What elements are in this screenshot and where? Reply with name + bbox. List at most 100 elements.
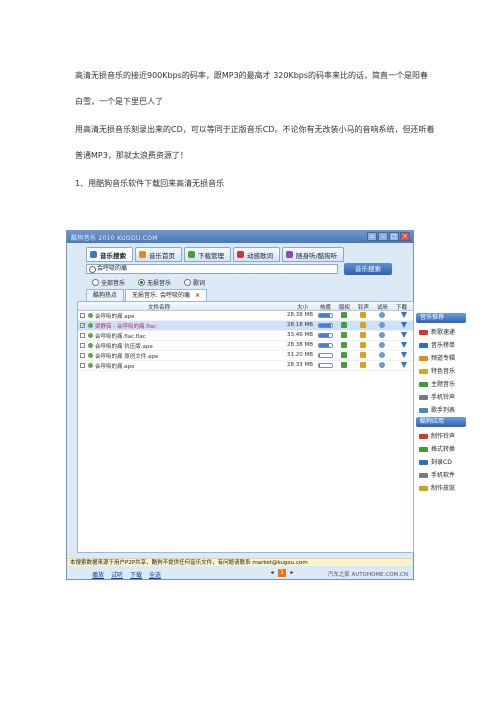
- col-ring: 铃声: [358, 305, 370, 311]
- tab-label: 下载管理: [198, 251, 224, 260]
- panel-item-icon: [419, 460, 428, 465]
- panel-item-label: 新歌速递: [431, 329, 456, 336]
- minimize-button[interactable]: –: [378, 232, 388, 241]
- listen-icon[interactable]: [379, 322, 385, 328]
- listen-icon[interactable]: [379, 352, 385, 358]
- panel-item[interactable]: 频道专辑: [416, 352, 466, 365]
- radio-dot: [138, 279, 146, 286]
- panel-item[interactable]: 新歌速递: [416, 326, 466, 339]
- heat-bar: [318, 323, 333, 328]
- panel-item-icon: [419, 382, 428, 387]
- panel-item-label: 歌手列表: [431, 407, 456, 414]
- row-checkbox[interactable]: [80, 333, 85, 338]
- download-arrow-icon[interactable]: [401, 352, 407, 358]
- scope-label: 全部音乐: [101, 280, 126, 287]
- scope-radio[interactable]: 无损音乐: [138, 278, 171, 287]
- listen-icon[interactable]: [379, 312, 385, 318]
- music-file-icon: [88, 313, 93, 318]
- table-row[interactable]: 会呼吸的痛.ape 28.38 MB: [78, 311, 413, 321]
- maximize-button[interactable]: □: [389, 232, 399, 241]
- row-checkbox[interactable]: [80, 343, 85, 348]
- listen-icon[interactable]: [379, 362, 385, 368]
- download-arrow-icon[interactable]: [401, 322, 407, 328]
- panel-item[interactable]: 刻录CD: [416, 456, 466, 469]
- download-arrow-icon[interactable]: [401, 342, 407, 348]
- ringtone-icon[interactable]: [360, 352, 366, 358]
- download-link[interactable]: 下载: [130, 570, 142, 579]
- tab-hot[interactable]: 酷狗热点: [86, 289, 125, 301]
- panel-section-recommend[interactable]: 音乐推荐: [416, 313, 466, 323]
- panel-item[interactable]: 制作皮肤: [416, 482, 466, 495]
- download-arrow-icon[interactable]: [401, 362, 407, 368]
- panel-section-apps[interactable]: 酷狗应用: [416, 417, 466, 427]
- music-file-icon: [88, 333, 93, 338]
- panel-item[interactable]: 手机软件: [416, 469, 466, 482]
- ringtone-icon[interactable]: [360, 332, 366, 338]
- search-input[interactable]: 会呼吸的痛: [86, 264, 338, 274]
- table-row[interactable]: 会呼吸的痛 原创文件.ape 31.20 MB: [78, 351, 413, 361]
- ringtone-icon[interactable]: [360, 362, 366, 368]
- panel-item[interactable]: 主题音乐: [416, 378, 466, 391]
- listen-icon[interactable]: [379, 342, 385, 348]
- panel-item[interactable]: 特色音乐: [416, 365, 466, 378]
- panel-item[interactable]: 歌手列表: [416, 404, 466, 417]
- scope-radio[interactable]: 全部音乐: [92, 278, 125, 287]
- col-name[interactable]: 文件名称: [148, 303, 170, 311]
- tab-lossless-results[interactable]: 无损音乐: 会呼吸的痛 ×: [125, 289, 207, 301]
- panel-item-icon: [419, 447, 428, 452]
- listen-link[interactable]: 试听: [111, 570, 123, 579]
- close-tab-icon[interactable]: ×: [195, 292, 200, 299]
- row-checkbox[interactable]: [80, 363, 85, 368]
- row-checkbox[interactable]: [80, 313, 85, 318]
- download-arrow-icon[interactable]: [401, 332, 407, 338]
- download-icon: [188, 251, 195, 258]
- search-scope: 全部音乐 无损音乐 歌词: [92, 278, 205, 287]
- listen-icon[interactable]: [379, 332, 385, 338]
- table-row[interactable]: ✓ 梁静茹 - 会呼吸的痛.flac 28.18 MB: [78, 321, 413, 331]
- title-bar: 酷狗音乐 2010 KUGOU.COM ▫ – □ ×: [67, 231, 413, 243]
- copyright-icon: [341, 332, 347, 338]
- tab-player[interactable]: 随身听/酷狗听: [282, 247, 345, 262]
- table-row[interactable]: 会呼吸的痛 抗压版.ape 28.38 MB: [78, 341, 413, 351]
- scope-label: 歌词: [193, 280, 206, 287]
- table-row[interactable]: 会呼吸的痛.flac.flac 33.46 MB: [78, 331, 413, 341]
- row-checkbox[interactable]: [80, 353, 85, 358]
- tab-home[interactable]: 音乐首页: [135, 247, 182, 262]
- next-page-button[interactable]: ▸: [288, 569, 296, 577]
- ringtone-icon[interactable]: [360, 322, 366, 328]
- ringtone-icon[interactable]: [360, 342, 366, 348]
- bottom-bar: 播放 试听 下载 全选 ◂ 1 ▸ 汽车之家 AUTOHOME.COM.CN: [68, 567, 412, 579]
- play-link[interactable]: 播放: [92, 570, 104, 579]
- table-row[interactable]: 会呼吸的痛.ape 28.33 MB: [78, 361, 413, 371]
- tab-lyrics[interactable]: 动感歌词: [233, 247, 280, 262]
- col-listen: 试听: [377, 305, 389, 311]
- ringtone-icon[interactable]: [360, 312, 366, 318]
- close-button[interactable]: ×: [400, 232, 410, 241]
- panel-item[interactable]: 格式转换: [416, 443, 466, 456]
- prev-page-button[interactable]: ◂: [268, 569, 276, 577]
- tab-search[interactable]: 音乐搜索: [86, 247, 133, 262]
- col-copyright: 版权: [339, 305, 351, 311]
- panel-item[interactable]: 音乐榜单: [416, 339, 466, 352]
- heat-bar: [318, 313, 333, 318]
- download-arrow-icon[interactable]: [401, 312, 407, 318]
- current-page[interactable]: 1: [278, 569, 286, 577]
- panel-item[interactable]: 手机铃声: [416, 391, 466, 404]
- tab-download[interactable]: 下载管理: [184, 247, 231, 262]
- skin-button[interactable]: ▫: [367, 232, 377, 241]
- col-size[interactable]: 大小: [297, 303, 308, 311]
- scope-radio[interactable]: 歌词: [184, 278, 205, 287]
- row-checkbox[interactable]: ✓: [80, 323, 85, 329]
- copyright-icon: [341, 352, 347, 358]
- col-heat[interactable]: 热度: [320, 303, 331, 311]
- panel-item-label: 主题音乐: [431, 381, 456, 388]
- results-table: 文件名称 大小 热度 版权 铃声 试听 下载 会呼吸的痛.ape 28.38 MB…: [77, 301, 414, 553]
- panel-item-label: 频道专辑: [431, 355, 456, 362]
- panel-item-icon: [419, 408, 428, 413]
- select-all-link[interactable]: 全选: [149, 570, 161, 579]
- search-input-value: 会呼吸的痛: [97, 265, 128, 272]
- panel-item[interactable]: 制作铃声: [416, 430, 466, 443]
- search-button[interactable]: 音乐搜索: [344, 263, 392, 275]
- article-paragraph-2: 用高清无损音乐刻录出来的CD，可以等同于正版音乐CD。不论你有无改装小马的音响系…: [75, 125, 435, 160]
- heat-bar: [318, 333, 333, 338]
